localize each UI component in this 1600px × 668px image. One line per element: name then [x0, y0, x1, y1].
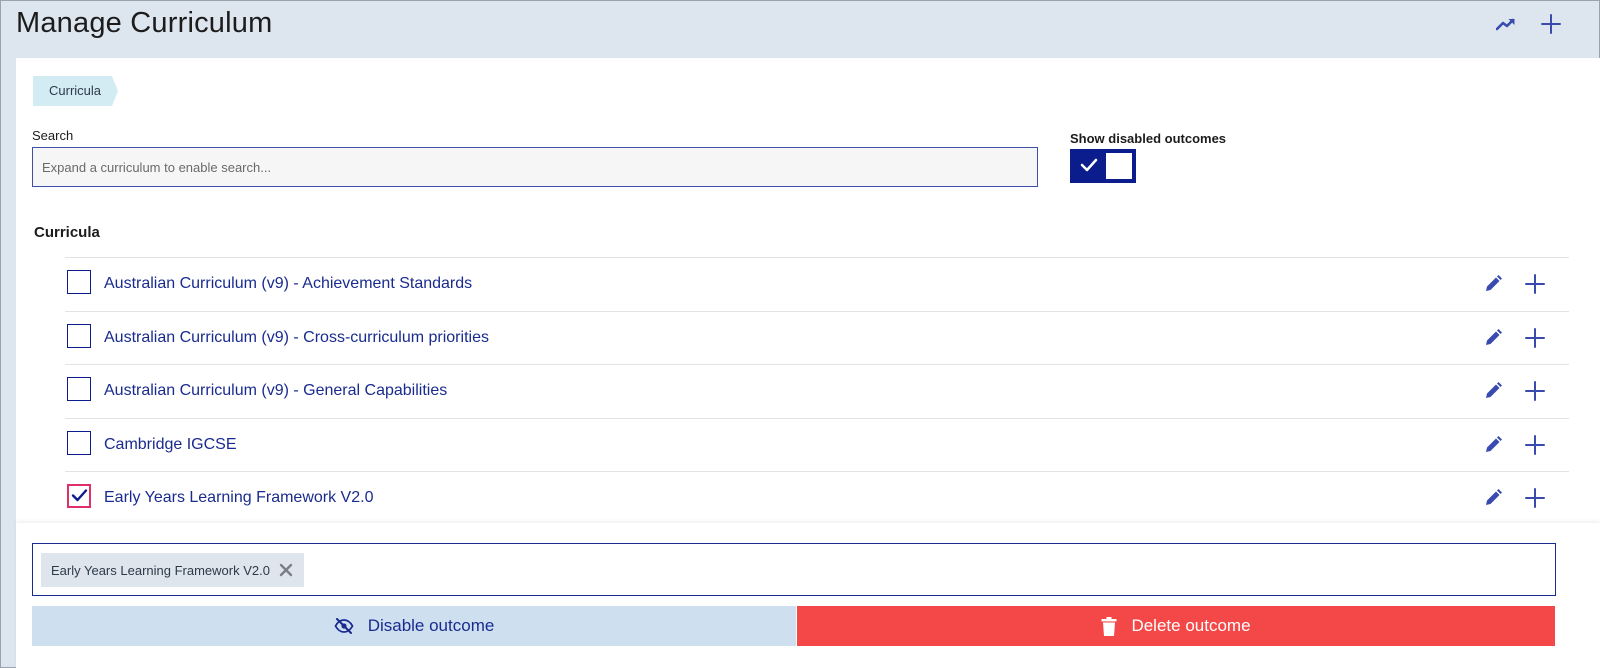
selection-footer: Early Years Learning Framework V2.0 Disa…: [16, 523, 1600, 668]
breadcrumb-item-curricula[interactable]: Curricula: [33, 76, 119, 106]
row-checkbox[interactable]: [67, 484, 91, 508]
row-checkbox[interactable]: [67, 270, 91, 294]
plus-icon[interactable]: [1524, 434, 1546, 456]
breadcrumb: Curricula: [33, 76, 119, 106]
list-item: Australian Curriculum (v9) - Cross-curri…: [65, 310, 1569, 365]
search-input[interactable]: [32, 147, 1038, 187]
toggle-knob: [1106, 153, 1132, 179]
delete-outcome-button[interactable]: Delete outcome: [797, 606, 1555, 646]
curriculum-name[interactable]: Australian Curriculum (v9) - Cross-curri…: [104, 329, 489, 347]
close-icon[interactable]: [278, 562, 294, 578]
title-bar: Manage Curriculum: [1, 1, 1599, 58]
plus-icon[interactable]: [1524, 327, 1546, 349]
main-panel: Curricula Search Show disabled outcomes …: [16, 58, 1600, 668]
pencil-icon[interactable]: [1483, 488, 1503, 508]
show-disabled-toggle[interactable]: [1070, 149, 1136, 183]
curriculum-name[interactable]: Early Years Learning Framework V2.0: [104, 489, 373, 507]
curricula-heading: Curricula: [34, 224, 100, 241]
plus-icon[interactable]: [1538, 11, 1564, 37]
curriculum-name[interactable]: Australian Curriculum (v9) - Achievement…: [104, 275, 472, 293]
check-icon: [71, 489, 88, 502]
list-item: Cambridge IGCSE: [65, 417, 1569, 472]
pencil-icon[interactable]: [1483, 274, 1503, 294]
plus-icon[interactable]: [1524, 487, 1546, 509]
eye-slash-icon: [334, 618, 354, 634]
disable-outcome-button[interactable]: Disable outcome: [32, 606, 796, 646]
trending-up-icon[interactable]: [1493, 11, 1519, 37]
curriculum-name[interactable]: Australian Curriculum (v9) - General Cap…: [104, 382, 447, 400]
disable-outcome-label: Disable outcome: [367, 616, 495, 635]
search-label: Search: [32, 128, 74, 143]
plus-icon[interactable]: [1524, 273, 1546, 295]
list-item: Australian Curriculum (v9) - General Cap…: [65, 364, 1569, 418]
pencil-icon[interactable]: [1483, 328, 1503, 348]
curricula-list: Australian Curriculum (v9) - Achievement…: [65, 257, 1569, 525]
pencil-icon[interactable]: [1483, 381, 1503, 401]
selected-chip: Early Years Learning Framework V2.0: [41, 553, 304, 587]
list-item: Early Years Learning Framework V2.0: [65, 471, 1569, 525]
app-window: Manage Curriculum Curricula Search Show …: [0, 0, 1600, 668]
selected-items-box: Early Years Learning Framework V2.0: [32, 543, 1556, 596]
trash-icon: [1101, 616, 1117, 636]
page-title: Manage Curriculum: [16, 7, 273, 39]
list-item: Australian Curriculum (v9) - Achievement…: [65, 257, 1569, 311]
show-disabled-label: Show disabled outcomes: [1070, 131, 1227, 146]
row-checkbox[interactable]: [67, 323, 91, 348]
check-icon: [1080, 158, 1098, 172]
row-checkbox[interactable]: [67, 377, 91, 401]
curriculum-name[interactable]: Cambridge IGCSE: [104, 436, 237, 454]
plus-icon[interactable]: [1524, 380, 1546, 402]
delete-outcome-label: Delete outcome: [1131, 616, 1251, 635]
row-checkbox[interactable]: [67, 430, 91, 455]
chip-label: Early Years Learning Framework V2.0: [51, 562, 270, 578]
pencil-icon[interactable]: [1483, 435, 1503, 455]
